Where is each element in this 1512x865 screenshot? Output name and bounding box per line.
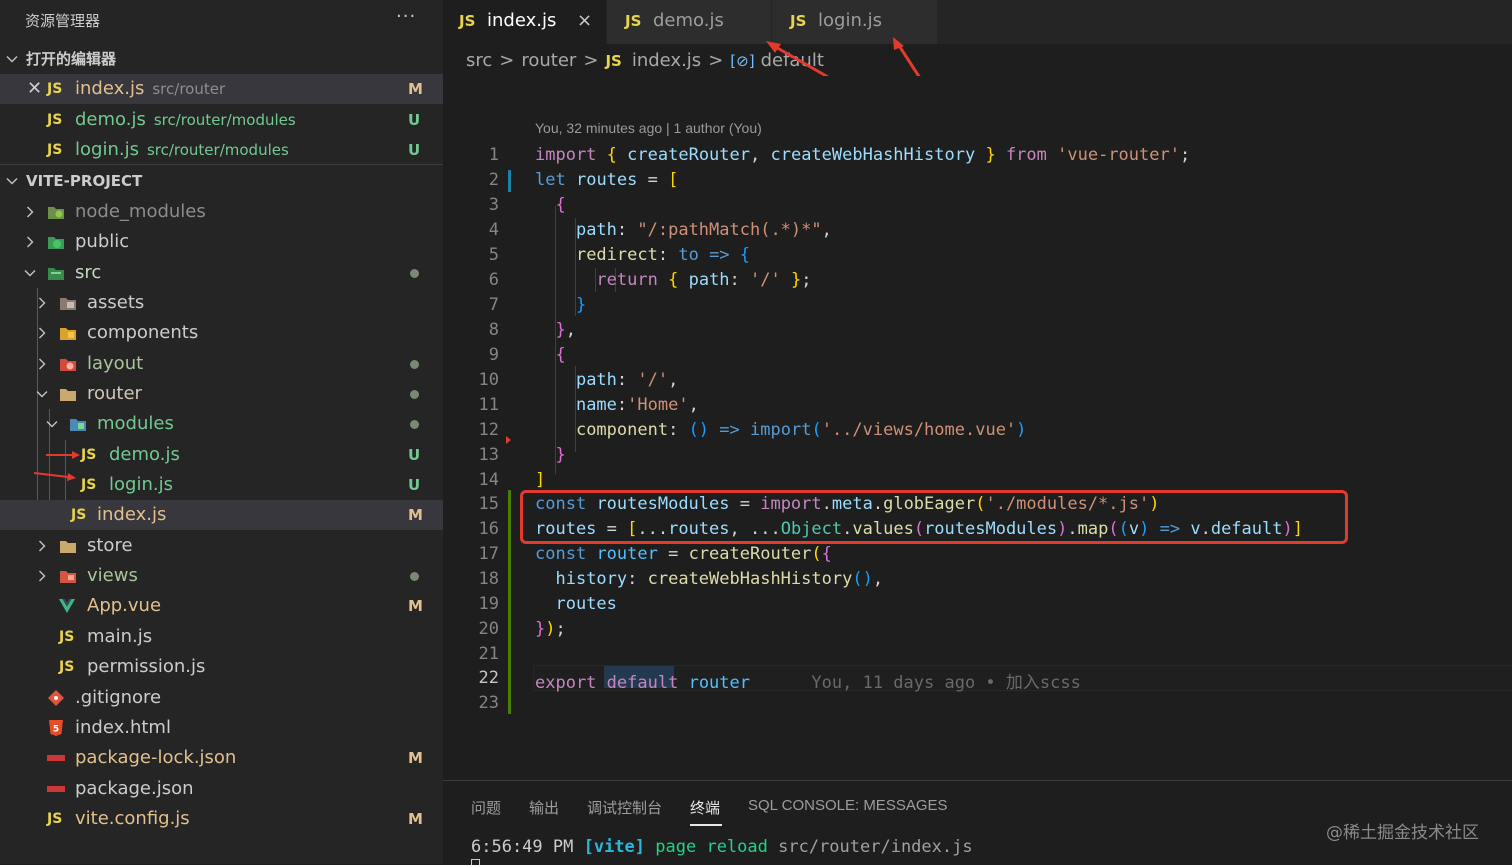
code-line: path: "/:pathMatch(.*)*", [575, 220, 832, 240]
code-line: history: createWebHashHistory(), [555, 569, 884, 589]
code-line: } [575, 295, 587, 315]
code-line: import { createRouter, createWebHashHist… [535, 145, 1191, 165]
code-line: }); [535, 619, 566, 639]
code-line: name:'Home', [575, 395, 699, 415]
codelens-blame[interactable]: You, 32 minutes ago | 1 author (You) [535, 120, 762, 136]
terminal-action: page reload [655, 837, 768, 857]
line-number: 15 [478, 494, 499, 514]
watermark: @稀土掘金技术社区 [1326, 823, 1479, 843]
line-number: 10 [478, 370, 499, 390]
line-number: 9 [488, 345, 499, 365]
line-number: 5 [488, 245, 499, 265]
code-line: ] [535, 470, 546, 490]
line-number: 21 [478, 644, 499, 664]
line-number: 1 [488, 145, 499, 165]
code-line: component: () => import('../views/home.v… [575, 420, 1027, 440]
terminal-cursor [471, 859, 480, 865]
line-number: 13 [478, 445, 499, 465]
line-number: 16 [478, 519, 499, 539]
line-number: 22 [478, 668, 499, 688]
explorer-sidebar: 资源管理器 ··· 打开的编辑器 ✕ JS index.js src/router… [0, 0, 443, 864]
terminal-tag: [vite] [583, 837, 646, 857]
tab-sql-console[interactable]: SQL CONSOLE: MESSAGES [748, 797, 948, 814]
tab-problems[interactable]: 问题 [471, 797, 501, 818]
code-line: { [555, 345, 566, 365]
line-number: 20 [478, 619, 499, 639]
code-line: const router = createRouter({ [535, 544, 832, 564]
code-line: let routes = [ [535, 170, 679, 190]
line-number: 14 [478, 470, 499, 490]
terminal-output-line: 6:56:49 PM [vite] page reload src/router… [471, 837, 973, 857]
line-number: 19 [478, 594, 499, 614]
terminal-file: src/router/index.js [778, 837, 973, 857]
code-line: } [555, 445, 566, 465]
tab-debug-console[interactable]: 调试控制台 [587, 797, 662, 818]
code-editor[interactable]: You, 32 minutes ago | 1 author (You) 123… [443, 76, 1512, 780]
code-line: redirect: to => { [575, 245, 751, 265]
tab-output[interactable]: 输出 [529, 797, 559, 818]
code-line: routes [555, 594, 617, 614]
gutter-deleted-marker [506, 436, 511, 444]
line-number: 11 [478, 395, 499, 415]
line-number: 23 [478, 693, 499, 713]
line-number: 7 [488, 295, 499, 315]
bottom-panel: 问题 输出 调试控制台 终端 SQL CONSOLE: MESSAGES 6:5… [443, 780, 1512, 865]
terminal-time: 6:56:49 PM [471, 837, 574, 857]
code-line: return { path: '/' }; [596, 270, 812, 290]
line-number: 8 [488, 320, 499, 340]
line-number: 18 [478, 569, 499, 589]
active-tab-indicator [690, 824, 722, 826]
line-number: 2 [488, 170, 499, 190]
gutter-modified-marker [508, 170, 511, 192]
line-number: 17 [478, 544, 499, 564]
code-line: path: '/', [575, 370, 679, 390]
line-number: 4 [488, 220, 499, 240]
code-line: }, [555, 320, 576, 340]
tab-terminal[interactable]: 终端 [690, 797, 720, 818]
code-line: export default router You, 11 days ago •… [535, 673, 1081, 693]
gutter-added-marker [508, 490, 511, 714]
annotation-arrows-sidebar [33, 451, 80, 481]
code-line: { [555, 195, 566, 215]
inline-blame: You, 11 days ago • 加入scss [811, 673, 1081, 693]
line-number: 6 [488, 270, 499, 290]
line-number: 12 [478, 420, 499, 440]
line-number: 3 [488, 195, 499, 215]
annotation-highlight-box [520, 490, 1348, 544]
